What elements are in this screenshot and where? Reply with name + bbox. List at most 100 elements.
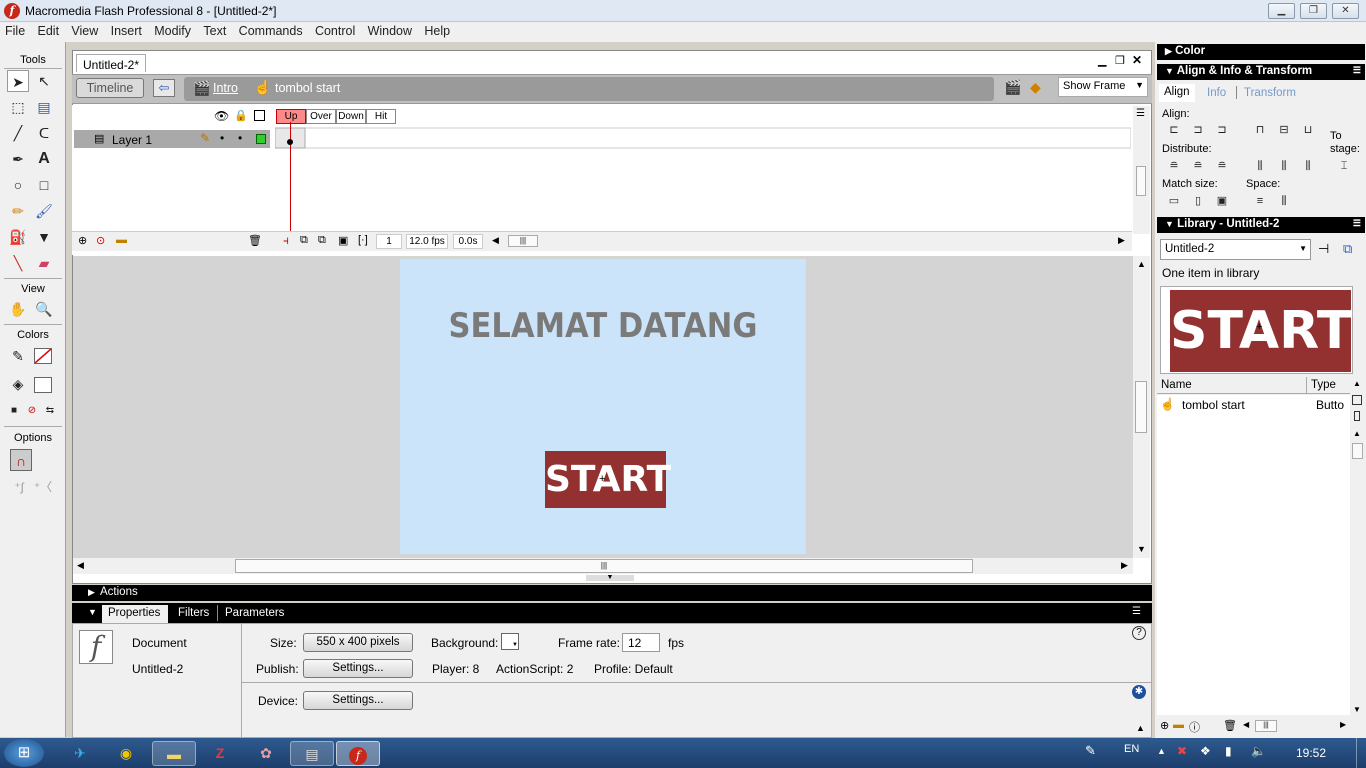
chrome-icon[interactable]: ◉ (104, 741, 148, 766)
match-height-icon[interactable]: ▯ (1190, 195, 1206, 207)
explorer-icon[interactable]: ▬ (152, 741, 196, 766)
eye-icon[interactable]: 👁 (214, 109, 229, 123)
insert-layer-icon[interactable]: ⊕ (78, 234, 87, 247)
distribute-left-icon[interactable]: ⫼ (1252, 160, 1268, 172)
tab-filters[interactable]: Filters (178, 607, 209, 619)
frame-rate-readout[interactable]: 12.0 fps (406, 234, 448, 249)
scroll-down-icon[interactable]: ▼ (1137, 544, 1146, 554)
outline-color-swatch[interactable] (256, 134, 266, 144)
pen-tool-icon[interactable]: ✒ (7, 148, 29, 170)
flash-taskbar-button[interactable]: f (336, 741, 380, 766)
stroke-color-icon[interactable]: ✎ (7, 345, 29, 367)
align-panel-header[interactable]: ▼ Align & Info & Transform ☰ (1157, 64, 1365, 80)
rectangle-tool-icon[interactable]: □ (33, 174, 55, 196)
ink-bottle-tool-icon[interactable]: ⛽ (7, 226, 29, 248)
panel-options-icon[interactable]: ☰ (1353, 218, 1361, 229)
back-arrow-icon[interactable]: ⇦ (153, 79, 175, 97)
menu-modify[interactable]: Modify (149, 22, 195, 38)
expand-arrow-icon[interactable]: ▼ (88, 607, 97, 617)
accessibility-icon[interactable]: ✱ (1132, 685, 1146, 699)
menu-file[interactable]: File (0, 22, 29, 38)
align-right-icon[interactable]: ⊐ (1214, 124, 1230, 136)
gradient-transform-tool-icon[interactable]: ▤ (33, 96, 55, 118)
timeline-toggle-button[interactable]: Timeline (76, 78, 144, 98)
tab-parameters[interactable]: Parameters (225, 607, 284, 619)
menu-commands[interactable]: Commands (234, 22, 307, 38)
panel-options-icon[interactable]: ☰ (1132, 606, 1141, 617)
menu-text[interactable]: Text (198, 22, 230, 38)
menu-view[interactable]: View (66, 22, 102, 38)
paint-icon[interactable]: ✿ (244, 741, 288, 766)
lock-dot[interactable]: • (238, 131, 242, 145)
edit-multiple-frames-icon[interactable]: ▣ (338, 234, 348, 247)
scroll-left-icon[interactable]: ◀ (77, 560, 84, 571)
align-bottom-icon[interactable]: ⊔ (1300, 124, 1316, 136)
stage[interactable] (400, 259, 806, 554)
visibility-dot[interactable]: • (220, 131, 224, 145)
panel-collapse-handle[interactable]: ▼ (586, 574, 634, 581)
tab-properties[interactable]: Properties (102, 605, 168, 623)
stage-vscroll-thumb[interactable] (1135, 381, 1147, 433)
insert-folder-icon[interactable]: ▬ (116, 234, 127, 246)
center-frame-icon[interactable]: ⫞ (283, 233, 289, 248)
telegram-icon[interactable]: ✈ (58, 741, 102, 766)
restore-button[interactable]: ❐ (1300, 3, 1327, 19)
document-tab[interactable]: Untitled-2* (76, 54, 146, 72)
onion-skin-icon[interactable]: ⧉ (300, 234, 308, 247)
lock-icon[interactable]: 🔒 (234, 109, 248, 122)
delete-layer-icon[interactable]: 🗑 (248, 234, 262, 247)
show-desktop-button[interactable] (1356, 738, 1366, 768)
scroll-right-icon[interactable]: ▶ (1118, 235, 1125, 246)
help-icon[interactable]: ? (1132, 626, 1146, 640)
align-vcenter-icon[interactable]: ⊟ (1276, 124, 1292, 136)
zoom-select[interactable]: Show Frame ▼ (1058, 77, 1148, 97)
stroke-color-swatch[interactable] (34, 348, 52, 364)
new-folder-icon[interactable]: ▬ (1173, 719, 1184, 731)
subselection-tool-icon[interactable]: ↖ (33, 70, 55, 92)
timeline-menu-icon[interactable]: ☰ (1136, 108, 1145, 119)
brush-tool-icon[interactable]: 🖌 (33, 200, 55, 222)
distribute-hcenter-icon[interactable]: ⫼ (1276, 160, 1292, 172)
fill-color-swatch[interactable] (34, 377, 52, 393)
size-button[interactable]: 550 x 400 pixels (303, 633, 413, 652)
action-center-icon[interactable]: ✎ (1085, 743, 1096, 759)
hand-tool-icon[interactable]: ✋ (7, 298, 29, 320)
library-hscroll-thumb[interactable]: ||| (1255, 720, 1277, 732)
frame-rate-input[interactable]: 12 (622, 633, 660, 652)
match-both-icon[interactable]: ▣ (1214, 195, 1230, 207)
minimize-button[interactable]: ▁ (1268, 3, 1295, 19)
volume-icon[interactable]: 🔈 (1251, 744, 1266, 758)
scroll-up-icon[interactable]: ▲ (1353, 379, 1361, 388)
scroll-left-icon[interactable]: ◀ (1243, 720, 1249, 729)
tab-info[interactable]: Info (1207, 87, 1226, 99)
device-settings-button[interactable]: Settings... (303, 691, 413, 710)
narrow-state-icon[interactable] (1354, 411, 1360, 421)
tab-align[interactable]: Align (1159, 84, 1195, 102)
align-left-icon[interactable]: ⊏ (1166, 124, 1182, 136)
scroll-up-icon[interactable]: ▲ (1353, 429, 1361, 438)
scroll-right-icon[interactable]: ▶ (1340, 720, 1346, 729)
modify-onion-markers-icon[interactable]: [·] (358, 234, 368, 246)
breadcrumb-scene[interactable]: Intro (213, 81, 238, 95)
folder-icon[interactable]: ▤ (290, 741, 334, 766)
dropbox-icon[interactable]: ❖ (1200, 744, 1211, 758)
library-panel-header[interactable]: ▼ Library - Untitled-2 ☰ (1157, 217, 1365, 233)
scroll-left-icon[interactable]: ◀ (492, 235, 499, 246)
close-button[interactable]: ✕ (1332, 3, 1359, 19)
collapse-up-icon[interactable]: ▲ (1136, 723, 1145, 733)
free-transform-tool-icon[interactable]: ⬚ (7, 96, 29, 118)
scroll-up-icon[interactable]: ▲ (1137, 259, 1146, 269)
wide-state-icon[interactable] (1352, 395, 1362, 405)
panel-options-icon[interactable]: ☰ (1353, 65, 1361, 76)
stage-vscroll[interactable]: ▲ ▼ (1133, 256, 1150, 558)
eraser-tool-icon[interactable]: ▰ (33, 252, 55, 274)
delete-icon[interactable]: 🗑 (1223, 719, 1237, 732)
library-vscroll[interactable]: ▲ ▲ ▼ (1350, 377, 1365, 717)
library-item[interactable]: ☝ tombol start Butto (1158, 397, 1350, 414)
distribute-top-icon[interactable]: ≘ (1166, 160, 1182, 172)
doc-close-icon[interactable]: ✕ (1132, 53, 1142, 67)
tab-transform[interactable]: Transform (1244, 87, 1296, 99)
space-horizontal-icon[interactable]: ⫼ (1276, 195, 1292, 207)
properties-icon[interactable]: ⓘ (1189, 719, 1200, 735)
pin-library-icon[interactable]: ⊣ (1318, 241, 1329, 257)
